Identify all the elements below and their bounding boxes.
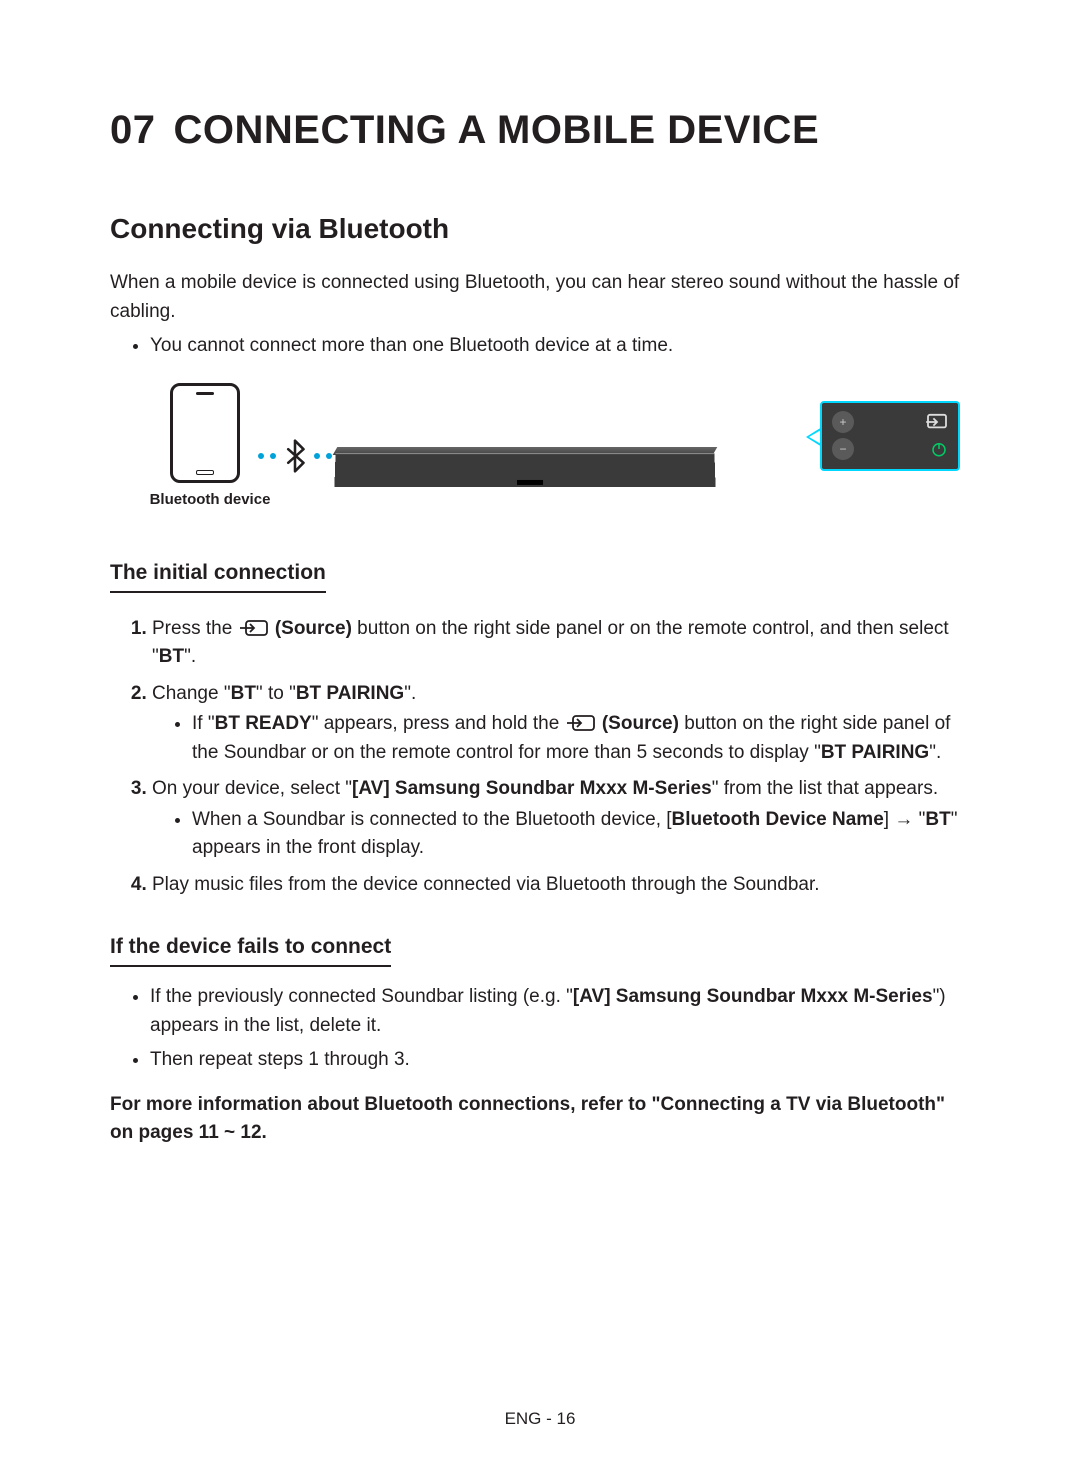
fail-bullet-1: If the previously connected Soundbar lis… [150, 983, 970, 1040]
step-4: Play music files from the device connect… [152, 871, 970, 900]
volume-down-icon: − [832, 438, 854, 460]
soundbar-icon [334, 453, 715, 487]
bluetooth-signal [258, 439, 332, 473]
bluetooth-icon [284, 439, 306, 473]
source-icon [240, 620, 268, 636]
intro-bullet: You cannot connect more than one Bluetoo… [150, 332, 970, 361]
phone-icon [170, 383, 240, 483]
section-title: Connecting via Bluetooth [110, 213, 970, 245]
step-2-sub: If "BT READY" appears, press and hold th… [192, 710, 970, 767]
intro-text: When a mobile device is connected using … [110, 269, 970, 326]
source-input-icon [926, 413, 948, 431]
power-icon [930, 440, 948, 458]
step-3: On your device, select "[AV] Samsung Sou… [152, 775, 970, 863]
chapter-title: 07 CONNECTING A MOBILE DEVICE [110, 108, 970, 153]
source-icon [567, 715, 595, 731]
chapter-number: 07 [110, 108, 156, 152]
volume-up-icon: + [832, 411, 854, 433]
more-info-text: For more information about Bluetooth con… [110, 1091, 970, 1148]
initial-steps: Press the (Source) button on the right s… [110, 615, 970, 900]
step-3-sub: When a Soundbar is connected to the Blue… [192, 806, 970, 863]
initial-connection-heading: The initial connection [110, 561, 326, 593]
manual-page: 07 CONNECTING A MOBILE DEVICE Connecting … [0, 0, 1080, 1479]
chapter-title-text: CONNECTING A MOBILE DEVICE [174, 108, 820, 152]
page-footer: ENG - 16 [0, 1409, 1080, 1429]
control-panel-icon: + − [820, 401, 960, 471]
phone-label: Bluetooth device [135, 491, 285, 508]
fail-heading: If the device fails to connect [110, 935, 391, 967]
connection-diagram: Bluetooth device + − [140, 383, 1000, 523]
fail-bullet-2: Then repeat steps 1 through 3. [150, 1046, 970, 1075]
step-2: Change "BT" to "BT PAIRING". If "BT READ… [152, 680, 970, 768]
step-1: Press the (Source) button on the right s… [152, 615, 970, 672]
